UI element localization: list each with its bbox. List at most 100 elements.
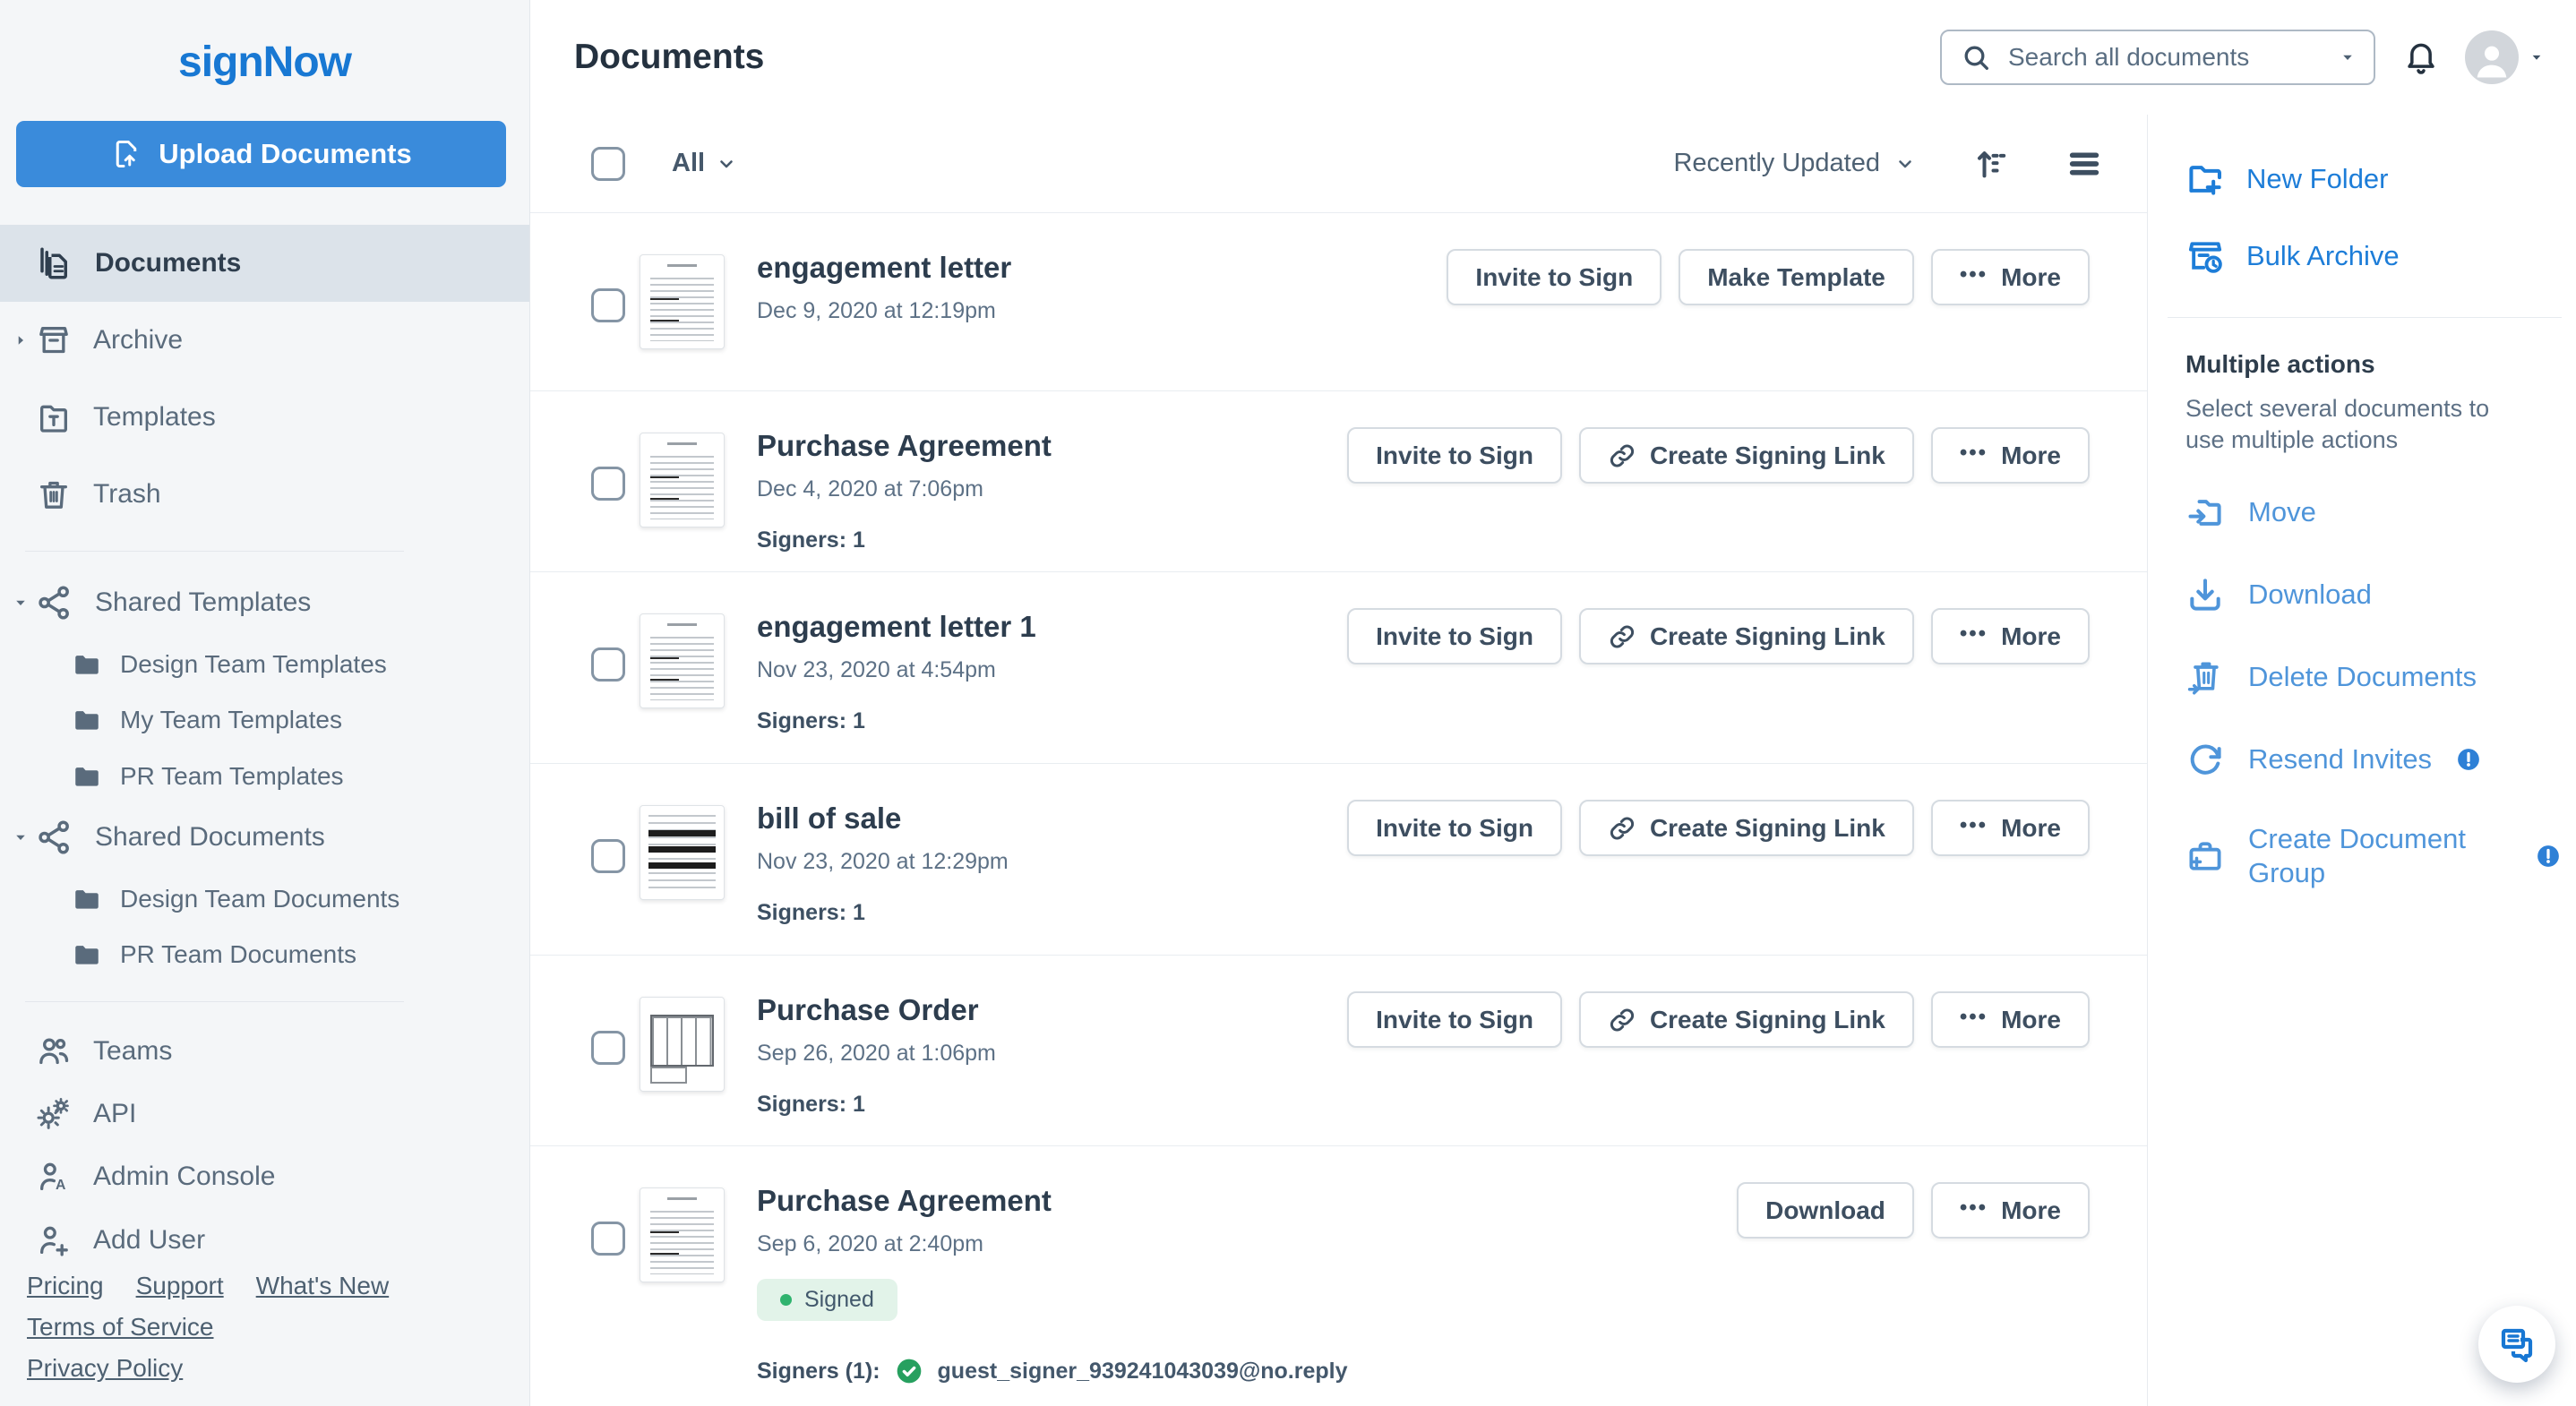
sidebar-item-design-team-templates[interactable]: Design Team Templates (0, 637, 529, 693)
button-label: Invite to Sign (1376, 442, 1533, 470)
search-box[interactable] (1940, 30, 2375, 85)
sort-dropdown[interactable]: Recently Updated (1673, 149, 1916, 178)
sidebar-divider (25, 551, 404, 552)
search-input[interactable] (2006, 42, 2323, 73)
list-view-button[interactable] (2066, 146, 2102, 182)
sidebar-item-teams[interactable]: Teams (0, 1020, 529, 1083)
invite-to-sign-button[interactable]: Invite to Sign (1347, 427, 1562, 484)
sidebar-item-design-team-documents[interactable]: Design Team Documents (0, 870, 529, 927)
create-signing-link-button[interactable]: Create Signing Link (1579, 608, 1914, 664)
sidebar-item-label: Shared Documents (95, 822, 325, 853)
move-action[interactable]: Move (2185, 493, 2562, 532)
row-checkbox[interactable] (591, 1222, 625, 1256)
more-button[interactable]: ••• More (1931, 249, 2090, 305)
more-button[interactable]: ••• More (1931, 1182, 2090, 1239)
sidebar-item-documents[interactable]: Documents (0, 225, 529, 302)
document-info: engagement letter 1 Nov 23, 2020 at 4:54… (757, 608, 1036, 734)
sidebar-item-api[interactable]: API (0, 1083, 529, 1145)
sidebar-item-label: PR Team Templates (120, 762, 344, 791)
document-row: Purchase Order Sep 26, 2020 at 1:06pm Si… (530, 955, 2147, 1145)
archive-expand-icon[interactable] (11, 330, 30, 350)
create-signing-link-button[interactable]: Create Signing Link (1579, 800, 1914, 856)
filter-dropdown[interactable]: All (672, 149, 737, 178)
create-signing-link-button[interactable]: Create Signing Link (1579, 991, 1914, 1048)
button-label: More (2001, 1196, 2061, 1225)
sidebar-item-pr-team-templates[interactable]: PR Team Templates (0, 749, 529, 805)
document-thumbnail[interactable] (640, 254, 725, 349)
document-thumbnail[interactable] (640, 433, 725, 527)
sort-order-icon (1973, 146, 2009, 182)
document-thumbnail[interactable] (640, 997, 725, 1092)
sidebar-item-trash[interactable]: Trash (0, 456, 529, 533)
row-checkbox[interactable] (591, 1031, 625, 1065)
document-title[interactable]: Purchase Agreement (757, 1184, 1348, 1218)
create-document-group-action[interactable]: Create Document Group (2185, 822, 2562, 890)
sidebar-nav: Documents Archive Templates Trash (0, 225, 529, 533)
shared-templates-collapse-icon[interactable] (11, 593, 30, 613)
more-button[interactable]: ••• More (1931, 427, 2090, 484)
download-action[interactable]: Download (2185, 575, 2562, 614)
folder-icon (72, 649, 102, 680)
document-thumbnail[interactable] (640, 613, 725, 708)
more-dots-icon: ••• (1960, 813, 1988, 838)
invite-to-sign-button[interactable]: Invite to Sign (1447, 249, 1662, 305)
sidebar-item-admin-console[interactable]: Admin Console (0, 1145, 529, 1208)
terms-of-service-link[interactable]: Terms of Service (27, 1313, 214, 1342)
sidebar-item-shared-templates[interactable]: Shared Templates (0, 570, 529, 636)
document-title[interactable]: engagement letter (757, 251, 1011, 285)
document-info: Purchase Agreement Sep 6, 2020 at 2:40pm… (757, 1182, 1348, 1385)
row-checkbox[interactable] (591, 288, 625, 322)
row-checkbox[interactable] (591, 839, 625, 873)
sidebar-item-shared-documents[interactable]: Shared Documents (0, 804, 529, 870)
pricing-link[interactable]: Pricing (27, 1272, 104, 1300)
sidebar-item-my-team-templates[interactable]: My Team Templates (0, 692, 529, 749)
info-icon[interactable] (2455, 746, 2482, 773)
document-title[interactable]: engagement letter 1 (757, 610, 1036, 644)
download-button[interactable]: Download (1737, 1182, 1914, 1239)
account-menu[interactable] (2465, 30, 2546, 84)
invite-to-sign-button[interactable]: Invite to Sign (1347, 991, 1562, 1048)
more-button[interactable]: ••• More (1931, 608, 2090, 664)
sidebar-item-archive[interactable]: Archive (0, 302, 529, 379)
document-date: Sep 6, 2020 at 2:40pm (757, 1231, 1348, 1257)
documents-icon (36, 244, 73, 282)
info-icon[interactable] (2535, 843, 2562, 870)
document-title[interactable]: Purchase Order (757, 993, 996, 1027)
link-icon (1608, 442, 1636, 470)
row-checkbox[interactable] (591, 647, 625, 682)
upload-documents-button[interactable]: Upload Documents (16, 121, 506, 187)
whats-new-link[interactable]: What's New (256, 1272, 390, 1300)
sidebar-item-add-user[interactable]: Add User (0, 1209, 529, 1272)
button-label: Invite to Sign (1376, 1006, 1533, 1034)
invite-to-sign-button[interactable]: Invite to Sign (1347, 608, 1562, 664)
more-button[interactable]: ••• More (1931, 800, 2090, 856)
sort-order-button[interactable] (1973, 146, 2009, 182)
row-actions: Invite to Sign Create Signing Link ••• M… (1347, 800, 2090, 856)
api-gears-icon (36, 1096, 72, 1132)
make-template-button[interactable]: Make Template (1679, 249, 1914, 305)
chat-support-button[interactable] (2478, 1306, 2555, 1383)
privacy-policy-link[interactable]: Privacy Policy (27, 1354, 183, 1383)
signnow-logo[interactable]: signNow (0, 38, 529, 87)
document-thumbnail[interactable] (640, 805, 725, 900)
document-title[interactable]: bill of sale (757, 802, 1009, 836)
sidebar-item-pr-team-documents[interactable]: PR Team Documents (0, 927, 529, 983)
document-list: engagement letter Dec 9, 2020 at 12:19pm… (530, 212, 2147, 1406)
document-title[interactable]: Purchase Agreement (757, 429, 1052, 463)
support-link[interactable]: Support (136, 1272, 224, 1300)
more-button[interactable]: ••• More (1931, 991, 2090, 1048)
notifications-button[interactable] (2402, 39, 2440, 76)
new-folder-button[interactable]: New Folder (2185, 159, 2562, 199)
delete-documents-action[interactable]: Delete Documents (2185, 657, 2562, 697)
bulk-archive-button[interactable]: Bulk Archive (2185, 236, 2562, 276)
bulk-archive-icon (2185, 236, 2225, 276)
invite-to-sign-button[interactable]: Invite to Sign (1347, 800, 1562, 856)
sidebar-item-templates[interactable]: Templates (0, 379, 529, 456)
shared-documents-collapse-icon[interactable] (11, 827, 30, 847)
row-checkbox[interactable] (591, 467, 625, 501)
resend-invites-action[interactable]: Resend Invites (2185, 740, 2562, 779)
create-signing-link-button[interactable]: Create Signing Link (1579, 427, 1914, 484)
search-scope-caret-icon[interactable] (2338, 47, 2357, 67)
select-all-checkbox[interactable] (591, 147, 625, 181)
document-thumbnail[interactable] (640, 1187, 725, 1282)
